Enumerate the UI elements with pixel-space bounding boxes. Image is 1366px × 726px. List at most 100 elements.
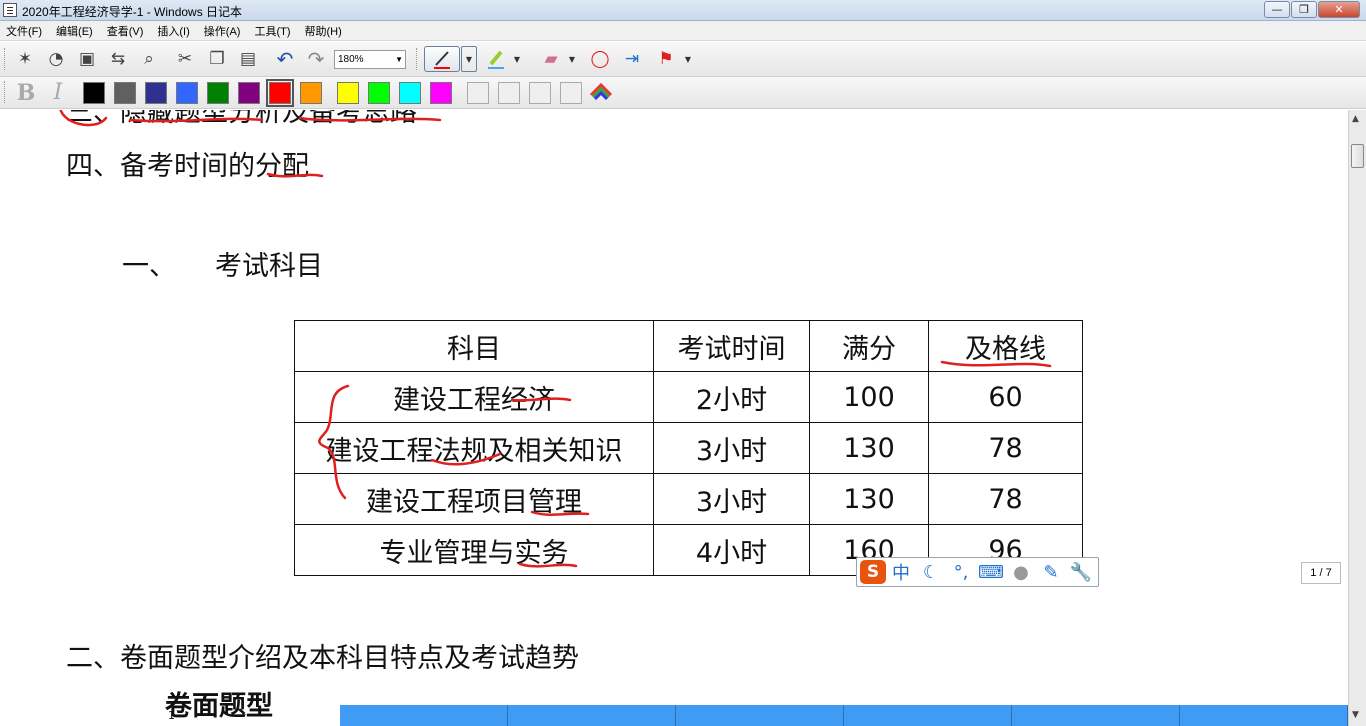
color-swatch-lime[interactable] — [368, 82, 390, 104]
color-swatch-cyan[interactable] — [399, 82, 421, 104]
partial-heading: 三、隐藏题型分析及备考思路 — [66, 110, 417, 128]
journal-page[interactable]: 三、隐藏题型分析及备考思路 四、备考时间的分配 一、 考试科目 科目 考试时间 … — [0, 110, 1348, 726]
table-header-band — [340, 705, 1348, 726]
table-header-row: 科目 考试时间 满分 及格线 — [294, 320, 1083, 372]
format-toolbar: B I — [0, 77, 1366, 109]
ime-mode-toggle[interactable]: 中 — [886, 559, 916, 585]
sogou-logo-icon[interactable]: S — [860, 560, 886, 584]
table-cell: 建设工程法规及相关知识 — [294, 422, 654, 474]
moon-icon[interactable]: ☾ — [916, 562, 946, 583]
table-cell: 100 — [809, 371, 929, 423]
wrench-icon[interactable]: 🔧 — [1066, 562, 1096, 583]
custom-swatch[interactable] — [498, 82, 520, 104]
color-swatch-yellow[interactable] — [337, 82, 359, 104]
header-cell: 满分 — [809, 320, 929, 372]
keyboard-icon[interactable]: ⌨ — [976, 562, 1006, 583]
table-cell: 78 — [928, 473, 1083, 525]
section-title-exam-subjects: 考试科目 — [215, 251, 323, 282]
table-cell: 60 — [928, 371, 1083, 423]
templates-icon[interactable]: ◔ — [43, 46, 69, 72]
table-row: 建设工程项目管理 3小时 130 78 — [294, 473, 1083, 525]
paste-icon[interactable]: ▤ — [235, 46, 261, 72]
palette-glyph — [589, 82, 613, 101]
table-cell: 130 — [809, 422, 929, 474]
table-row: 建设工程经济 2小时 100 60 — [294, 371, 1083, 423]
menu-bar: 文件(F) 编辑(E) 查看(V) 插入(I) 操作(A) 工具(T) 帮助(H… — [0, 21, 1366, 41]
undo-icon[interactable]: ↶ — [272, 46, 298, 72]
ime-toolbar[interactable]: S 中 ☾ °, ⌨ ● ✎ 🔧 — [856, 557, 1099, 587]
menu-file[interactable]: 文件(F) — [0, 23, 49, 39]
band-cell — [676, 705, 844, 726]
vertical-scrollbar[interactable]: ▲ ▼ — [1348, 110, 1366, 726]
maximize-button[interactable]: ❐ — [1291, 1, 1317, 18]
pen-glyph — [434, 51, 450, 69]
menu-view[interactable]: 查看(V) — [100, 23, 151, 39]
close-button[interactable]: ✕ — [1318, 1, 1360, 18]
page-indicator: 1 / 7 — [1301, 562, 1341, 584]
custom-swatch[interactable] — [560, 82, 582, 104]
minimize-button[interactable]: — — [1264, 1, 1290, 18]
header-cell: 科目 — [294, 320, 654, 372]
pen-icon[interactable] — [424, 46, 460, 72]
heading-exam-format: 二、卷面题型介绍及本科目特点及考试趋势 — [66, 643, 579, 674]
highlighter-icon[interactable] — [483, 46, 509, 72]
pen-dropdown[interactable]: ▼ — [461, 46, 477, 72]
cut-icon[interactable]: ✂ — [172, 46, 198, 72]
custom-swatch[interactable] — [529, 82, 551, 104]
table-cell: 2小时 — [653, 371, 810, 423]
copy-icon[interactable]: ❐ — [204, 46, 230, 72]
menu-insert[interactable]: 插入(I) — [150, 23, 196, 39]
highlighter-glyph — [488, 50, 504, 69]
chevron-down-icon: ▼ — [395, 55, 403, 64]
color-palette-icon[interactable] — [588, 79, 614, 105]
menu-help[interactable]: 帮助(H) — [298, 23, 349, 39]
save-icon[interactable]: ▣ — [74, 46, 100, 72]
table-cell: 78 — [928, 422, 1083, 474]
window-controls: — ❐ ✕ — [1263, 1, 1360, 18]
skin-icon[interactable]: ✎ — [1036, 562, 1066, 583]
new-note-icon[interactable]: ✶ — [12, 46, 38, 72]
band-cell — [1012, 705, 1180, 726]
menu-actions[interactable]: 操作(A) — [197, 23, 248, 39]
toolbar-grip[interactable] — [416, 48, 419, 70]
eraser-dropdown[interactable]: ▼ — [565, 46, 579, 72]
redo-icon[interactable]: ↷ — [303, 46, 329, 72]
find-icon[interactable]: ⇆ — [105, 46, 131, 72]
table-cell: 专业管理与实务 — [294, 524, 654, 576]
color-swatch-gray[interactable] — [114, 82, 136, 104]
flag-icon[interactable]: ⚑ — [653, 46, 679, 72]
table-cell: 3小时 — [653, 422, 810, 474]
lasso-icon[interactable]: ◯ — [587, 46, 613, 72]
italic-button[interactable]: I — [46, 82, 70, 104]
color-swatch-red[interactable] — [266, 79, 294, 107]
scroll-thumb[interactable] — [1351, 144, 1364, 168]
scroll-up-icon[interactable]: ▲ — [1352, 114, 1359, 124]
color-swatch-black[interactable] — [83, 82, 105, 104]
toolbar-grip[interactable] — [4, 48, 7, 70]
custom-swatch[interactable] — [467, 82, 489, 104]
bold-button[interactable]: B — [14, 82, 38, 104]
zoom-icon[interactable]: ⌕ — [136, 46, 162, 72]
highlighter-dropdown[interactable]: ▼ — [510, 46, 524, 72]
zoom-select[interactable]: 180% ▼ — [334, 50, 406, 69]
band-cell — [844, 705, 1012, 726]
user-icon[interactable]: ● — [1006, 562, 1036, 583]
color-swatch-orange[interactable] — [300, 82, 322, 104]
toolbar-grip[interactable] — [4, 81, 7, 103]
menu-edit[interactable]: 编辑(E) — [49, 23, 100, 39]
scroll-down-icon[interactable]: ▼ — [1352, 710, 1359, 720]
flag-dropdown[interactable]: ▼ — [681, 46, 695, 72]
color-swatch-magenta[interactable] — [430, 82, 452, 104]
menu-tools[interactable]: 工具(T) — [247, 23, 297, 39]
punctuation-icon[interactable]: °, — [946, 562, 976, 583]
color-swatch-blue[interactable] — [176, 82, 198, 104]
band-cell — [508, 705, 676, 726]
table-cell: 建设工程经济 — [294, 371, 654, 423]
eraser-icon[interactable]: ▰ — [538, 46, 564, 72]
color-swatch-navy[interactable] — [145, 82, 167, 104]
band-cell — [340, 705, 508, 726]
color-swatch-green[interactable] — [207, 82, 229, 104]
insert-space-icon[interactable]: ⇥ — [619, 46, 645, 72]
table-cell: 3小时 — [653, 473, 810, 525]
color-swatch-purple[interactable] — [238, 82, 260, 104]
